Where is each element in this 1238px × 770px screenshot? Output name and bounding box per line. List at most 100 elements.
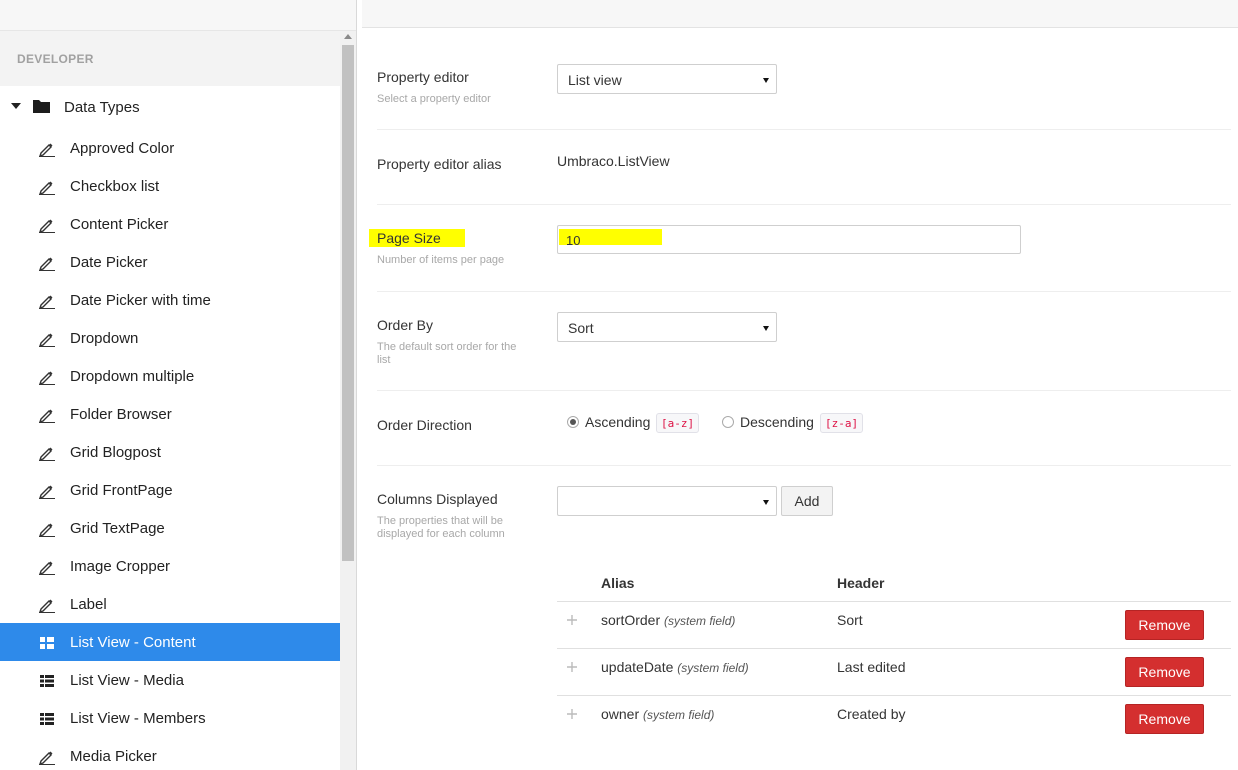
pencil-icon [38, 751, 55, 765]
tree-item-grid-blogpost[interactable]: Grid Blogpost [0, 433, 340, 471]
main-top-bar [362, 0, 1238, 28]
tree-item-list-view-members[interactable]: List View - Members [0, 699, 340, 737]
tree-item-label: List View - Content [70, 634, 196, 651]
page-size-input[interactable]: 10 [557, 225, 1021, 254]
pencil-icon [38, 599, 55, 613]
tree-item-label: Folder Browser [70, 406, 172, 423]
property-editor-label: Property editor [377, 69, 469, 85]
tree-item-label: Date Picker [70, 254, 148, 271]
tree-item-dropdown-multiple[interactable]: Dropdown multiple [0, 357, 340, 395]
divider [377, 390, 1231, 391]
table-divider [557, 601, 1231, 602]
tree-item-label: Image Cropper [70, 558, 171, 575]
tree-item-label: Media Picker [70, 748, 157, 765]
divider [377, 465, 1231, 466]
tree-item-date-picker[interactable]: Date Picker [0, 243, 340, 281]
dropdown-arrow-icon [763, 326, 769, 331]
descending-radio[interactable] [722, 416, 734, 428]
tree-item-image-cropper[interactable]: Image Cropper [0, 547, 340, 585]
tree-item-label: Grid Blogpost [70, 444, 161, 461]
columns-select[interactable] [557, 486, 777, 516]
property-editor-select-value: List view [568, 72, 622, 88]
scroll-up-arrow-icon[interactable] [344, 34, 352, 39]
add-column-button[interactable]: Add [781, 486, 833, 516]
sidebar-top-bar [0, 0, 356, 31]
ascending-radio[interactable] [567, 416, 579, 428]
pencil-icon [38, 485, 55, 499]
property-editor-alias-value: Umbraco.ListView [557, 153, 670, 169]
drag-handle-icon[interactable] [567, 662, 577, 672]
pencil-icon [38, 409, 55, 423]
dropdown-arrow-icon [763, 500, 769, 505]
sidebar: DEVELOPER Data Types Approved Color Chec… [0, 0, 357, 770]
order-by-select[interactable]: Sort [557, 312, 777, 342]
page-size-label: Page Size [377, 230, 441, 246]
tree-item-folder-browser[interactable]: Folder Browser [0, 395, 340, 433]
pencil-icon [38, 561, 55, 575]
folder-icon [33, 100, 50, 113]
pencil-icon [38, 181, 55, 195]
drag-handle-icon[interactable] [567, 615, 577, 625]
tree-item-approved-color[interactable]: Approved Color [0, 129, 340, 167]
table-row-alias: sortOrder (system field) [601, 612, 736, 628]
remove-button[interactable]: Remove [1125, 610, 1204, 640]
tree-item-date-picker-with-time[interactable]: Date Picker with time [0, 281, 340, 319]
tree-item-checkbox-list[interactable]: Checkbox list [0, 167, 340, 205]
sidebar-scrollbar[interactable] [340, 31, 356, 770]
page-size-input-value: 10 [566, 233, 581, 248]
columns-displayed-description: The properties that will be displayed fo… [377, 515, 505, 540]
header-column-header: Header [837, 575, 885, 591]
pencil-icon [38, 257, 55, 271]
tree-root-data-types[interactable]: Data Types [0, 88, 340, 126]
table-divider [557, 695, 1231, 696]
tree-item-label: Checkbox list [70, 178, 160, 195]
ascending-tag: [a-z] [656, 413, 700, 433]
pencil-icon [38, 523, 55, 537]
pencil-icon [38, 295, 55, 309]
tree-item-label: List View - Media [70, 672, 184, 689]
tree-item-list-view-content[interactable]: List View - Content [0, 623, 340, 661]
section-header: DEVELOPER [0, 31, 340, 86]
divider [377, 291, 1231, 292]
table-row-header: Created by [837, 706, 906, 722]
caret-down-icon[interactable] [11, 103, 21, 109]
order-by-select-value: Sort [568, 320, 594, 336]
drag-handle-icon[interactable] [567, 709, 577, 719]
tree-item-label: Dropdown [70, 330, 139, 347]
pencil-icon [38, 143, 55, 157]
ascending-label[interactable]: Ascending [585, 414, 650, 430]
descending-label[interactable]: Descending [740, 414, 814, 430]
tree-item-list-view-media[interactable]: List View - Media [0, 661, 340, 699]
tree-item-dropdown[interactable]: Dropdown [0, 319, 340, 357]
alias-column-header: Alias [601, 575, 635, 591]
tree-item-media-picker[interactable]: Media Picker [0, 737, 340, 770]
descending-tag: [z-a] [820, 413, 864, 433]
remove-button[interactable]: Remove [1125, 657, 1204, 687]
divider [377, 129, 1231, 130]
tree-item-label: Approved Color [70, 140, 175, 157]
pencil-icon [38, 447, 55, 461]
tree-item-label: Date Picker with time [70, 292, 211, 309]
table-divider [557, 648, 1231, 649]
tree-item-label-type[interactable]: Label [0, 585, 340, 623]
tree-item-label: Content Picker [70, 216, 169, 233]
pencil-icon [38, 219, 55, 233]
table-row-header: Last edited [837, 659, 906, 675]
tree-item-label: Dropdown multiple [70, 368, 195, 385]
tree-item-label: Grid FrontPage [70, 482, 173, 499]
list-view-icon [40, 713, 54, 725]
remove-button[interactable]: Remove [1125, 704, 1204, 734]
page-size-description: Number of items per page [377, 254, 505, 266]
tree-root-label: Data Types [64, 99, 140, 116]
pencil-icon [38, 371, 55, 385]
tree-item-grid-frontpage[interactable]: Grid FrontPage [0, 471, 340, 509]
scrollbar-thumb[interactable] [342, 45, 354, 561]
tree-item-grid-textpage[interactable]: Grid TextPage [0, 509, 340, 547]
property-editor-select[interactable]: List view [557, 64, 777, 94]
tree-item-label: List View - Members [70, 710, 206, 727]
table-row-header: Sort [837, 612, 863, 628]
dropdown-arrow-icon [763, 78, 769, 83]
list-view-icon [40, 637, 54, 649]
tree-item-content-picker[interactable]: Content Picker [0, 205, 340, 243]
columns-displayed-label: Columns Displayed [377, 491, 498, 507]
